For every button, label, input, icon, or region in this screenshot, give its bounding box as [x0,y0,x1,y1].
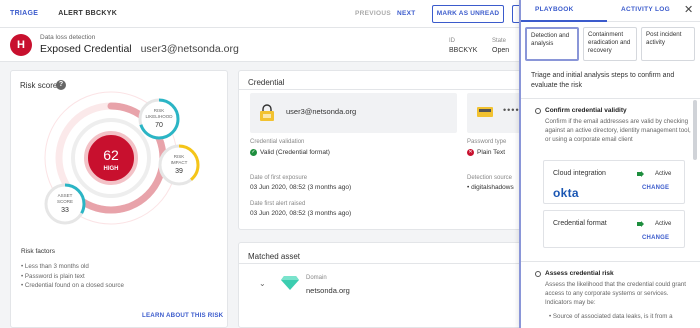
alert-subtitle: Data loss detection [40,34,96,41]
check-circle-icon: ✓ [250,149,257,156]
step-confirm-validity-title: Confirm credential validity [545,107,627,114]
first-alert-label: Date first alert raised [250,201,306,207]
divider [521,98,700,99]
alert-email: user3@netsonda.org [140,43,239,55]
state-value: Open [492,47,510,54]
diamond-icon [281,276,299,290]
x-circle-icon: ✕ [467,149,474,156]
credential-format-change-link[interactable]: CHANGE [642,235,669,241]
active-tab-indicator [521,20,607,22]
risk-factor-item: • Password is plain text [21,272,85,280]
impact-label-1: RISK [174,154,185,159]
id-value: BBCKYK [449,47,478,54]
tab-playbook[interactable]: PLAYBOOK [535,6,574,13]
next-button[interactable]: NEXT [397,10,416,17]
email-lock-icon [260,104,274,121]
risk-factors-title: Risk factors [21,248,55,255]
likelihood-label-2: LIKELIHOOD [145,114,173,119]
password-type-value: Plain Text [477,149,506,156]
tab-activity-log[interactable]: ACTIVITY LOG [621,6,670,13]
asset-label-2: SCORE [57,199,73,204]
password-key-icon [477,107,493,117]
step-radio-icon[interactable] [535,271,541,277]
previous-button[interactable]: PREVIOUS [355,10,391,17]
risk-factor-item: • Credential found on a closed source [21,282,124,289]
step-assess-risk-bullet: • Source of associated data leaks, is it… [549,313,673,320]
step-radio-icon[interactable] [535,108,541,114]
chevron-down-icon[interactable]: ⌄ [259,279,266,288]
risk-factor-item: • Less than 3 months old [21,263,89,270]
severity-high-icon: H [10,34,32,56]
okta-logo: okta [553,186,579,200]
learn-about-risk-link[interactable]: LEARN ABOUT THIS RISK [142,312,223,319]
phase-detection-analysis[interactable]: Detection and analysis [525,27,579,61]
detection-source-value: • digitalshadows [467,184,514,191]
risk-factors-list: • Less than 3 months old • Password is p… [21,262,124,291]
first-exposure-value: 03 Jun 2020, 08:52 (3 months ago) [250,184,352,191]
divider [239,89,525,90]
risk-score-card: Risk score ? 62 HIGH RISK LIKELIHOOD 70 … [10,70,228,328]
impact-label-2: IMPACT [171,160,188,165]
arrow-right-icon [637,171,644,177]
phase-post-incident[interactable]: Post incident activity [641,27,695,61]
breadcrumb-triage-link[interactable]: TRIAGE [10,10,38,17]
risk-score-title: Risk score [20,81,58,90]
validation-value: Valid (Credential format) [260,149,330,156]
cloud-integration-change-link[interactable]: CHANGE [642,185,669,191]
cloud-integration-status: Active [655,171,672,177]
credential-format-status: Active [655,221,672,227]
alert-title: Exposed Credential [40,43,132,55]
risk-score-diagram: 62 HIGH RISK LIKELIHOOD 70 RISK IMPACT 3… [44,91,200,225]
playbook-panel: PLAYBOOK ACTIVITY LOG ✕ Detection and an… [519,0,700,328]
matched-asset-title: Matched asset [248,252,301,261]
cloud-integration-name: Cloud integration [553,170,606,177]
step-assess-risk-title: Assess credential risk [545,270,614,277]
score-value: 62 [103,147,119,163]
cloud-integration-box: Cloud integration Active okta CHANGE [543,160,685,204]
credential-email: user3@netsonda.org [286,107,357,116]
help-icon[interactable]: ? [56,80,66,90]
score-level: HIGH [104,166,119,172]
state-label: State [492,38,507,44]
validation-label: Credential validation [250,139,305,145]
password-type-label: Password type [467,139,507,145]
page-title: Exposed Credential user3@netsonda.org [40,43,239,55]
asset-value: 33 [61,207,69,214]
divider [239,263,525,264]
credential-format-box: Credential format Active CHANGE [543,210,685,248]
credential-card: Credential user3@netsonda.org •••• Crede… [238,70,526,230]
likelihood-label-1: RISK [154,108,165,113]
credential-email-box: user3@netsonda.org [250,93,457,133]
breadcrumb: TRIAGE ALERT BBCKYK [10,10,117,17]
id-label: ID [449,38,455,44]
detection-source-label: Detection source [467,175,513,181]
likelihood-value: 70 [155,122,163,129]
credential-password-box: •••• [467,93,525,133]
domain-label: Domain [306,275,327,281]
mark-as-unread-button[interactable]: MARK AS UNREAD [432,5,504,23]
first-exposure-label: Date of first exposure [250,175,308,181]
domain-value: netsonda.org [306,286,350,295]
first-alert-value: 03 Jun 2020, 08:52 (3 months ago) [250,210,352,217]
password-mask: •••• [503,105,520,115]
scrollbar[interactable] [693,100,697,160]
playbook-intro: Triage and initial analysis steps to con… [531,72,675,89]
panel-tabs: PLAYBOOK ACTIVITY LOG ✕ [521,0,700,22]
phase-containment[interactable]: Containment eradication and recovery [583,27,637,61]
step-assess-risk-body: Assess the likelihood that the credentia… [545,281,687,306]
step-confirm-validity-body: Confirm if the email addresses are valid… [545,118,691,143]
breadcrumb-alert: ALERT BBCKYK [58,10,118,17]
asset-label-1: ASSET [58,193,73,198]
credential-format-name: Credential format [553,220,607,227]
impact-value: 39 [175,168,183,175]
matched-asset-card: Matched asset ⌄ Domain netsonda.org [238,242,526,328]
divider [521,261,700,262]
arrow-right-icon [637,221,644,227]
close-icon[interactable]: ✕ [684,3,693,16]
credential-title: Credential [248,78,285,87]
